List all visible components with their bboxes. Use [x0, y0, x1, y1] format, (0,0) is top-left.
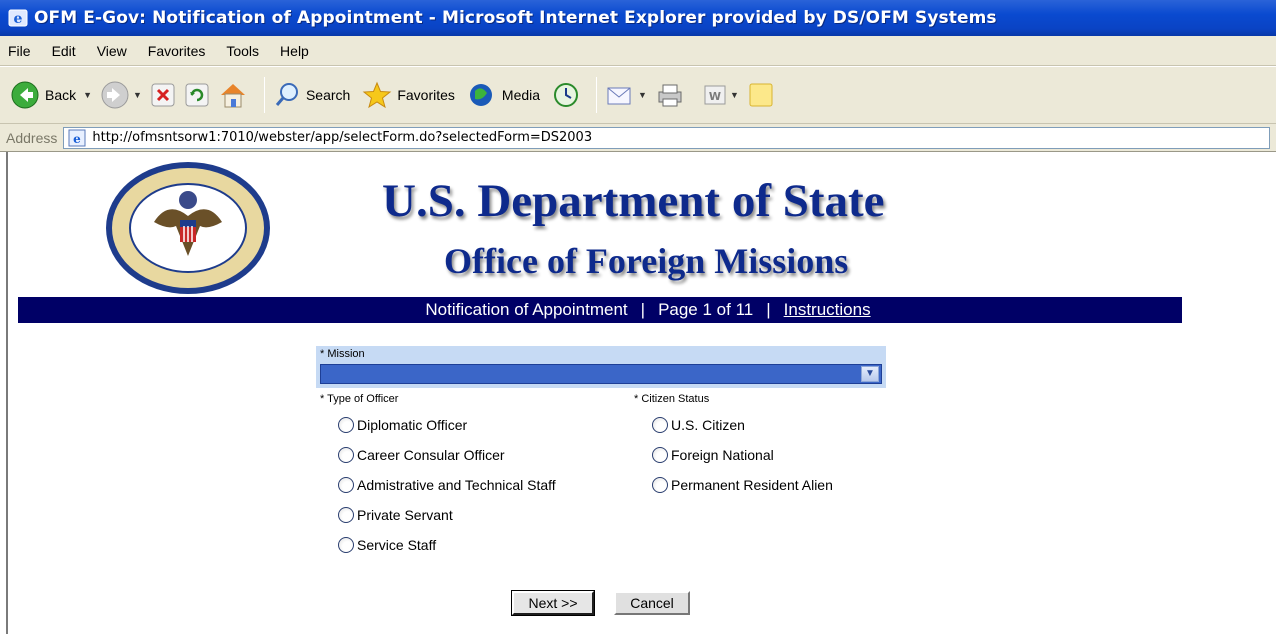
radio-button[interactable] — [338, 507, 354, 523]
home-button[interactable] — [218, 81, 248, 109]
mission-select[interactable]: ▼ — [320, 364, 882, 384]
mail-icon — [607, 87, 631, 105]
word-edit-icon: W — [704, 85, 726, 105]
radio-button[interactable] — [652, 477, 668, 493]
window-title: OFM E-Gov: Notification of Appointment -… — [34, 8, 997, 28]
option-label: Diplomatic Officer — [357, 417, 468, 433]
sticky-note-icon — [749, 83, 773, 107]
radio-button[interactable] — [652, 417, 668, 433]
favorites-star-icon — [362, 81, 392, 109]
forward-button[interactable]: ▼ — [100, 80, 142, 110]
nav-separator: | — [640, 300, 646, 319]
back-arrow-icon — [11, 81, 39, 109]
address-bar: Address e http://ofmsntsorw1:7010/webste… — [0, 124, 1276, 152]
officer-type-option[interactable]: Diplomatic Officer — [338, 417, 467, 433]
radio-button[interactable] — [338, 537, 354, 553]
menu-edit[interactable]: Edit — [52, 43, 76, 59]
page-icon: e — [68, 129, 86, 146]
favorites-label: Favorites — [397, 87, 455, 103]
search-label: Search — [305, 87, 351, 103]
instructions-link[interactable]: Instructions — [784, 300, 871, 320]
department-of-state-seal — [106, 162, 270, 294]
page-subtitle: Office of Foreign Missions — [444, 241, 849, 281]
radio-button[interactable] — [338, 447, 354, 463]
mission-label: * Mission — [320, 348, 365, 360]
mail-button[interactable]: ▼ — [605, 82, 647, 108]
address-label: Address — [6, 129, 58, 146]
forward-dropdown-icon[interactable]: ▼ — [133, 90, 142, 100]
menu-favorites[interactable]: Favorites — [148, 43, 206, 59]
radio-button[interactable] — [652, 447, 668, 463]
menu-view[interactable]: View — [97, 43, 127, 59]
address-url: http://ofmsntsorw1:7010/webster/app/sele… — [92, 130, 593, 145]
citizen-status-option[interactable]: Permanent Resident Alien — [652, 477, 833, 493]
menu-file[interactable]: File — [8, 43, 31, 59]
officer-type-option[interactable]: Admistrative and Technical Staff — [338, 477, 556, 493]
notes-button[interactable] — [747, 81, 775, 109]
option-label: U.S. Citizen — [671, 417, 745, 433]
option-label: Career Consular Officer — [357, 447, 505, 463]
media-icon — [469, 84, 492, 106]
chevron-down-icon[interactable]: ▼ — [861, 366, 879, 382]
back-label: Back — [45, 87, 77, 103]
citizen-status-option[interactable]: Foreign National — [652, 447, 774, 463]
internet-explorer-icon: e — [8, 9, 28, 27]
form-name: Notification of Appointment — [425, 300, 628, 319]
back-button[interactable]: Back ▼ — [10, 80, 92, 110]
history-icon — [554, 83, 579, 107]
back-dropdown-icon[interactable]: ▼ — [83, 90, 92, 100]
svg-text:W: W — [709, 90, 721, 103]
svg-text:e: e — [74, 132, 82, 146]
page-indicator: Page 1 of 11 — [658, 300, 754, 319]
home-icon — [220, 84, 245, 108]
browser-toolbar: Back ▼ ▼ Search Favorites Media ▼ W ▼ — [0, 67, 1276, 124]
navigation-band: Notification of Appointment | Page 1 of … — [18, 297, 1182, 323]
citizen-status-option[interactable]: U.S. Citizen — [652, 417, 745, 433]
mail-dropdown-icon[interactable]: ▼ — [638, 90, 647, 100]
stop-icon — [151, 83, 175, 107]
officer-type-option[interactable]: Career Consular Officer — [338, 447, 505, 463]
toolbar-separator — [596, 77, 598, 113]
media-button[interactable]: Media — [467, 81, 544, 109]
search-button[interactable]: Search — [273, 81, 354, 109]
next-button[interactable]: Next >> — [511, 590, 595, 616]
history-button[interactable] — [552, 81, 580, 109]
option-label: Foreign National — [671, 447, 774, 463]
menu-help[interactable]: Help — [280, 43, 309, 59]
toolbar-separator — [263, 77, 265, 113]
officer-type-label: * Type of Officer — [320, 393, 399, 405]
print-icon — [658, 84, 682, 107]
media-label: Media — [501, 87, 541, 103]
mission-panel: * Mission ▼ — [316, 346, 886, 388]
forward-arrow-icon — [101, 81, 129, 109]
radio-button[interactable] — [338, 477, 354, 493]
search-icon — [275, 83, 298, 106]
option-label: Service Staff — [357, 537, 437, 553]
option-label: Permanent Resident Alien — [671, 477, 833, 493]
refresh-icon — [185, 83, 209, 107]
menu-bar: File Edit View Favorites Tools Help — [0, 36, 1276, 66]
print-button[interactable] — [655, 81, 685, 109]
nav-separator: | — [766, 300, 771, 319]
option-label: Admistrative and Technical Staff — [357, 477, 556, 493]
edit-button[interactable]: W ▼ — [703, 83, 739, 107]
window-title-bar: e OFM E-Gov: Notification of Appointment… — [0, 0, 1276, 36]
edit-dropdown-icon[interactable]: ▼ — [730, 90, 739, 100]
radio-button[interactable] — [338, 417, 354, 433]
option-label: Private Servant — [357, 507, 453, 523]
refresh-button[interactable] — [184, 82, 210, 108]
page-title: U.S. Department of State — [382, 175, 885, 227]
svg-text:e: e — [14, 11, 23, 27]
favorites-button[interactable]: Favorites — [362, 81, 459, 109]
officer-type-option[interactable]: Private Servant — [338, 507, 453, 523]
cancel-button[interactable]: Cancel — [614, 591, 690, 615]
officer-type-option[interactable]: Service Staff — [338, 537, 436, 553]
citizen-status-label: * Citizen Status — [634, 393, 710, 405]
menu-tools[interactable]: Tools — [226, 43, 259, 59]
address-input[interactable]: e http://ofmsntsorw1:7010/webster/app/se… — [63, 126, 1270, 149]
stop-button[interactable] — [150, 82, 176, 108]
